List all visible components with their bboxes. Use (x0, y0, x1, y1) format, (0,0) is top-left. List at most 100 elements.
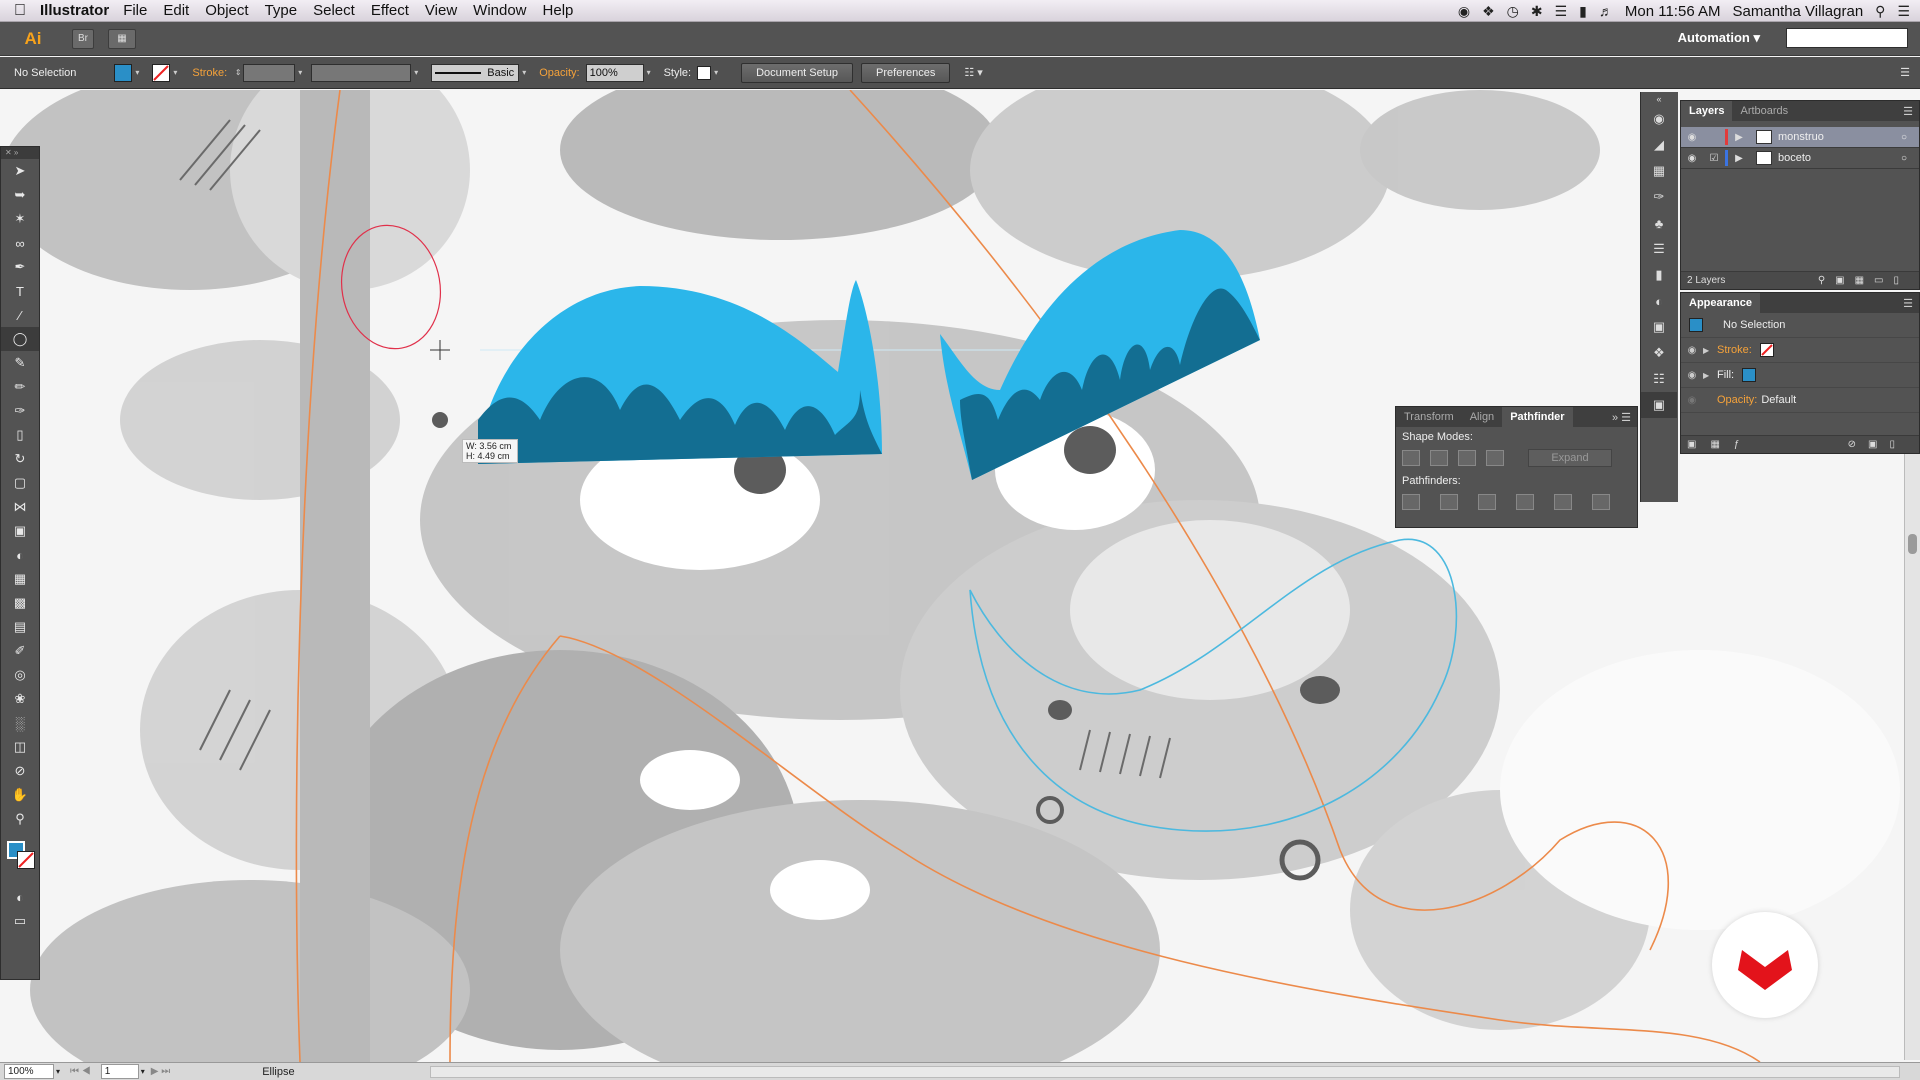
zoom-tool-icon[interactable]: ⚲ (1, 807, 39, 831)
zoom-level-field[interactable]: 100% (4, 1064, 54, 1079)
tab-layers[interactable]: Layers (1681, 101, 1733, 121)
expand-triangle-icon[interactable]: ▶ (1703, 371, 1717, 380)
visibility-eye-icon[interactable]: ◉ (1681, 132, 1703, 143)
visibility-eye-icon[interactable]: ◉ (1681, 370, 1703, 381)
layer-name[interactable]: boceto (1778, 152, 1811, 164)
color-panel-icon[interactable]: ◉ (1641, 106, 1677, 132)
exclude-icon[interactable] (1486, 450, 1504, 466)
tab-align[interactable]: Align (1462, 407, 1502, 427)
opacity-field[interactable]: 100% (585, 63, 644, 82)
appearance-actions-icons[interactable]: ▣▦ƒ (1687, 439, 1753, 450)
gradient-tool-icon[interactable]: ▤ (1, 615, 39, 639)
blend-tool-icon[interactable]: ◎ (1, 663, 39, 687)
control-bar-menu-icon[interactable]: ☰ (1900, 66, 1910, 79)
pencil-tool-icon[interactable]: ✏ (1, 375, 39, 399)
menu-edit[interactable]: Edit (163, 2, 189, 19)
layer-name[interactable]: monstruo (1778, 131, 1824, 143)
crop-icon[interactable] (1516, 494, 1534, 510)
opacity-dropdown-icon[interactable]: ▾ (644, 64, 654, 82)
brushes-panel-icon[interactable]: ✑ (1641, 184, 1677, 210)
layer-row[interactable]: ◉ ☑ ▶ boceto ○ (1681, 148, 1919, 169)
wifi-icon[interactable]: ☰ (1555, 3, 1568, 20)
transform-panel-icon[interactable]: ❖ (1641, 340, 1677, 366)
menubar-clock[interactable]: Mon 11:56 AM (1625, 3, 1721, 20)
stroke-swatch[interactable] (152, 63, 171, 82)
tab-appearance[interactable]: Appearance (1681, 293, 1760, 313)
visibility-eye-icon[interactable]: ◉ (1681, 345, 1703, 356)
opacity-attribute-label[interactable]: Opacity: (1717, 394, 1757, 406)
tab-transform[interactable]: Transform (1396, 407, 1462, 427)
tab-pathfinder[interactable]: Pathfinder (1502, 407, 1573, 427)
menu-view[interactable]: View (425, 2, 457, 19)
stroke-weight-stepper[interactable]: ⇕ (233, 64, 243, 82)
menu-type[interactable]: Type (265, 2, 298, 19)
eraser-tool-icon[interactable]: ▯ (1, 423, 39, 447)
stroke-attribute-label[interactable]: Stroke: (1717, 344, 1752, 356)
merge-icon[interactable] (1478, 494, 1496, 510)
outline-icon[interactable] (1554, 494, 1572, 510)
clear-appearance-icon[interactable]: ⊘▣▯ (1848, 436, 1907, 454)
help-search-input[interactable] (1786, 28, 1908, 48)
fill-swatch[interactable] (114, 63, 133, 82)
graphic-styles-icon[interactable]: ▣ (1641, 314, 1677, 340)
spotlight-search-icon[interactable]: ⚲ (1875, 3, 1885, 20)
layer-row[interactable]: ◉ ▶ monstruo ○ (1681, 127, 1919, 148)
unite-icon[interactable] (1402, 450, 1420, 466)
battery-icon[interactable]: ▮ (1579, 3, 1587, 20)
artboard-nav-first-icon[interactable]: ⏮ ◀ (70, 1066, 91, 1077)
appearance-menu-icon[interactable]: ☰ (1903, 297, 1919, 310)
swatches-panel-icon[interactable]: ▦ (1641, 158, 1677, 184)
artboard-nav-next-icon[interactable]: ▶ ⏭ (151, 1066, 170, 1077)
arrange-icon[interactable]: ☷ ▾ (964, 66, 982, 79)
fill-color-swatch[interactable] (1742, 368, 1757, 382)
symbols-panel-icon[interactable]: ♣ (1641, 210, 1677, 236)
visibility-eye-icon[interactable]: ◉ (1681, 153, 1703, 164)
artboard-canvas[interactable]: W: 3.56 cm H: 4.49 cm (0, 90, 1920, 1062)
slice-tool-icon[interactable]: ⊘ (1, 759, 39, 783)
status-dot-icon[interactable]: ◉ (1458, 3, 1470, 20)
menu-file[interactable]: File (123, 2, 147, 19)
workspace-switcher[interactable]: Automation ▾ (1678, 30, 1760, 46)
profile-dropdown-icon[interactable]: ▾ (411, 64, 421, 82)
bluetooth-icon[interactable]: ✱ (1531, 3, 1543, 20)
appearance-stroke-row[interactable]: ◉ ▶ Stroke: (1681, 338, 1919, 363)
mesh-tool-icon[interactable]: ▩ (1, 591, 39, 615)
arrange-documents-button[interactable]: ▦ (108, 28, 136, 49)
style-dropdown-icon[interactable]: ▾ (711, 64, 721, 82)
pen-tool-icon[interactable]: ✒ (1, 255, 39, 279)
draw-mode-icon[interactable]: ◐ (1, 885, 39, 909)
free-transform-tool-icon[interactable]: ▣ (1, 519, 39, 543)
brush-dropdown-icon[interactable]: ▾ (519, 64, 529, 82)
hand-tool-icon[interactable]: ✋ (1, 783, 39, 807)
appearance-opacity-row[interactable]: ◉ Opacity: Default (1681, 388, 1919, 413)
menu-help[interactable]: Help (543, 2, 574, 19)
artboard-dropdown-icon[interactable]: ▾ (141, 1067, 145, 1076)
fill-stroke-widget[interactable] (1, 831, 39, 885)
notification-center-icon[interactable]: ☰ (1897, 3, 1910, 20)
layer-target-icon[interactable]: ○ (1901, 153, 1907, 164)
current-tool-status[interactable]: Ellipse (262, 1066, 294, 1078)
scrollbar-thumb[interactable] (1908, 534, 1917, 554)
time-machine-icon[interactable]: ◷ (1507, 3, 1519, 20)
scale-tool-icon[interactable]: ▢ (1, 471, 39, 495)
opacity-label[interactable]: Opacity: (539, 67, 579, 79)
symbol-sprayer-tool-icon[interactable]: ❀ (1, 687, 39, 711)
column-graph-tool-icon[interactable]: ░ (1, 711, 39, 735)
horizontal-scrollbar[interactable] (430, 1066, 1900, 1078)
menu-effect[interactable]: Effect (371, 2, 409, 19)
stroke-dropdown-icon[interactable]: ▾ (170, 64, 180, 82)
lasso-tool-icon[interactable]: ∞ (1, 231, 39, 255)
menu-object[interactable]: Object (205, 2, 248, 19)
tab-artboards[interactable]: Artboards (1732, 101, 1796, 121)
preferences-button[interactable]: Preferences (861, 62, 951, 83)
stroke-none-swatch[interactable] (1759, 343, 1774, 357)
app-menu-illustrator[interactable]: Illustrator (40, 2, 109, 19)
screen-mode-icon[interactable]: ▭ (1, 909, 39, 933)
menu-window[interactable]: Window (473, 2, 526, 19)
perspective-grid-tool-icon[interactable]: ▦ (1, 567, 39, 591)
layer-actions-icons[interactable]: ⚲▣▦▭▯ (1818, 272, 1909, 290)
selection-tool-icon[interactable]: ➤ (1, 159, 39, 183)
eyedropper-tool-icon[interactable]: ✐ (1, 639, 39, 663)
blob-brush-tool-icon[interactable]: ✑ (1, 399, 39, 423)
rotate-tool-icon[interactable]: ↻ (1, 447, 39, 471)
